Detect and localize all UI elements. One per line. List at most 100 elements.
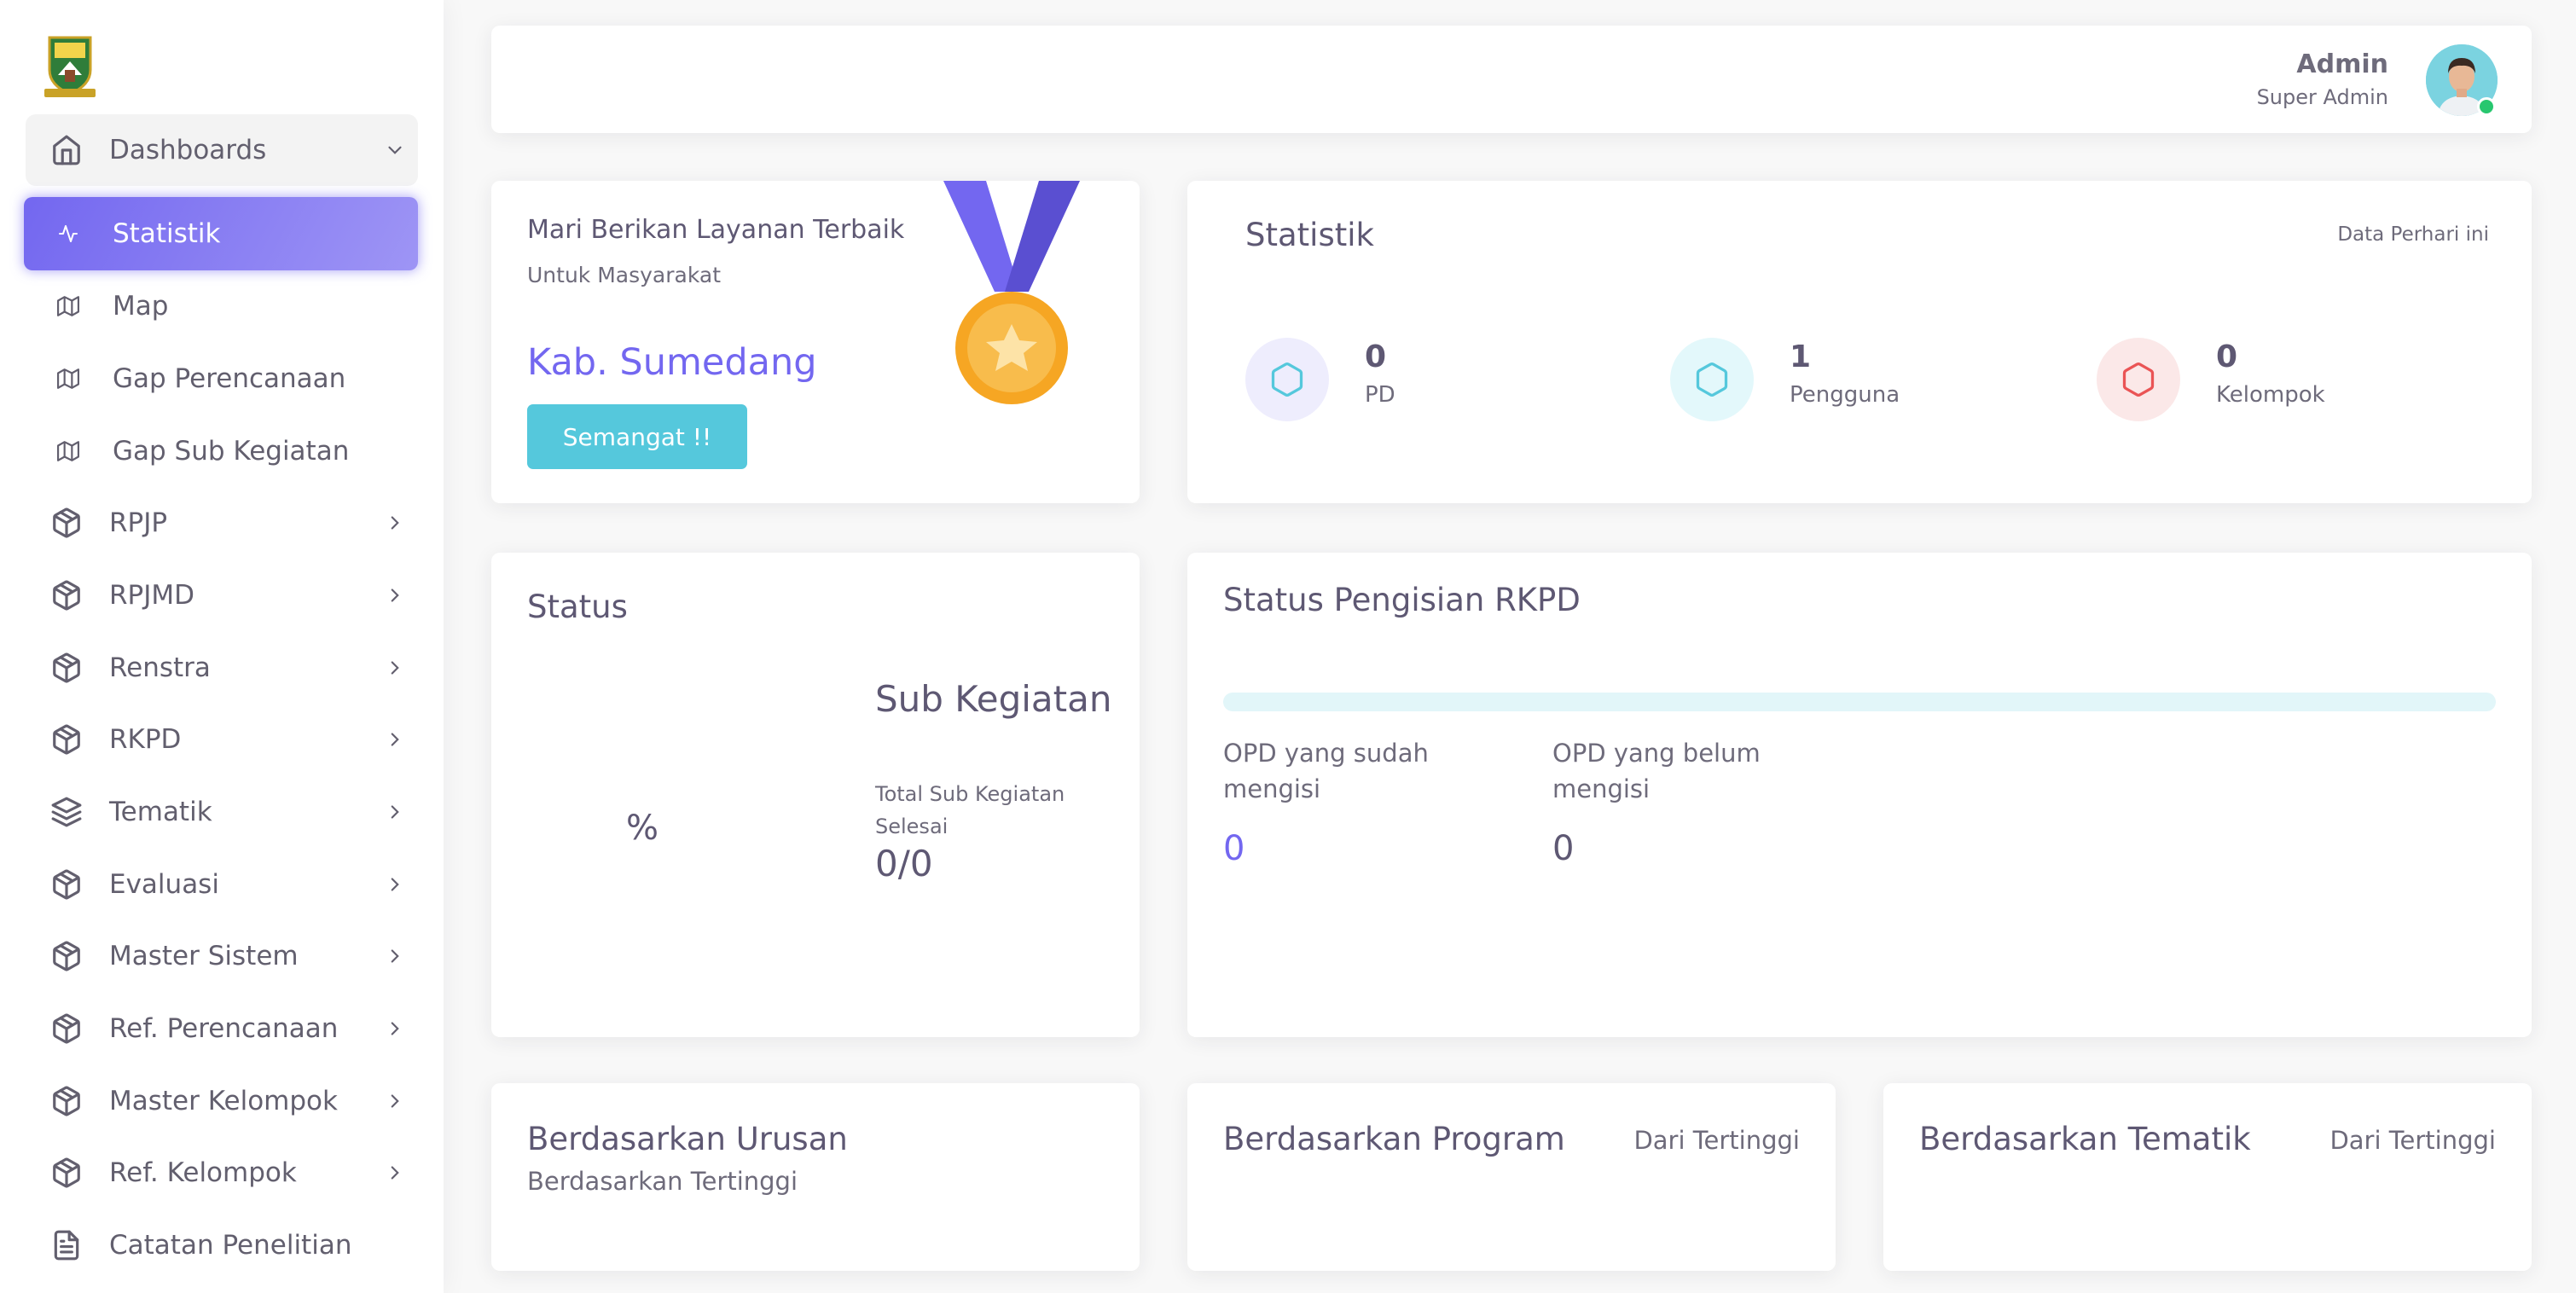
status-percent: % bbox=[626, 809, 659, 848]
sidebar: Dashboards Statistik Map Gap Perencanaan… bbox=[0, 0, 444, 1293]
nav-rpjp[interactable]: RPJP bbox=[26, 487, 418, 559]
nav-item-label: Evaluasi bbox=[109, 869, 219, 900]
stat-label: Pengguna bbox=[1790, 382, 1900, 408]
stat-value: 0 bbox=[1365, 339, 1387, 374]
stat-label: PD bbox=[1365, 382, 1395, 408]
medal-icon bbox=[943, 181, 1088, 420]
nav-statistik[interactable]: Statistik bbox=[24, 197, 418, 270]
nav-tematik[interactable]: Tematik bbox=[26, 776, 418, 848]
nav-item-label: RPJP bbox=[109, 507, 168, 538]
package-icon bbox=[49, 1012, 84, 1046]
semangat-button[interactable]: Semangat !! bbox=[527, 404, 747, 469]
nav-ref-kelompok[interactable]: Ref. Kelompok bbox=[26, 1137, 418, 1209]
chevron-right-icon bbox=[384, 1162, 406, 1184]
stat-value: 1 bbox=[1790, 339, 1812, 374]
package-icon bbox=[49, 506, 84, 540]
nav-item-label: Master Sistem bbox=[109, 941, 299, 971]
nav-rpjmd[interactable]: RPJMD bbox=[26, 560, 418, 631]
file-text-icon bbox=[49, 1228, 84, 1262]
hexagon-icon bbox=[2097, 338, 2180, 421]
program-title: Berdasarkan Program bbox=[1223, 1121, 1565, 1157]
welcome-title: Mari Berikan Layanan Terbaik bbox=[527, 215, 905, 245]
nav-item-label: Gap Perencanaan bbox=[113, 363, 346, 394]
statistik-card: Statistik Data Perhari ini 0 PD 1 Penggu… bbox=[1187, 181, 2532, 503]
nav-master-kelompok[interactable]: Master Kelompok bbox=[26, 1065, 418, 1137]
sub-kegiatan-heading: Sub Kegiatan bbox=[875, 678, 1112, 720]
rkpd-title: Status Pengisian RKPD bbox=[1223, 582, 1581, 618]
nav-item-label: Renstra bbox=[109, 652, 211, 683]
package-icon bbox=[49, 1084, 84, 1118]
chevron-right-icon bbox=[384, 657, 406, 679]
nav-renstra[interactable]: Renstra bbox=[26, 632, 418, 704]
online-status-dot bbox=[2477, 97, 2496, 116]
urusan-card: Berdasarkan Urusan Berdasarkan Tertinggi bbox=[491, 1083, 1140, 1271]
opd-belum-label: OPD yang belum mengisi bbox=[1552, 739, 1761, 804]
nav-map[interactable]: Map bbox=[26, 270, 418, 342]
opd-belum: OPD yang belum mengisi 0 bbox=[1552, 735, 1842, 868]
nav-evaluasi[interactable]: Evaluasi bbox=[26, 849, 418, 920]
opd-sudah-label: OPD yang sudah mengisi bbox=[1223, 739, 1429, 804]
statistik-title: Statistik bbox=[1245, 217, 1374, 253]
status-card: Status % Sub Kegiatan Total Sub Kegiatan… bbox=[491, 553, 1140, 1037]
hexagon-icon bbox=[1245, 338, 1329, 421]
nav-statistik-label: Statistik bbox=[113, 218, 221, 249]
package-icon bbox=[49, 867, 84, 902]
nav-item-label: Map bbox=[113, 291, 169, 322]
nav-dashboards[interactable]: Dashboards bbox=[26, 114, 418, 186]
urusan-subtitle: Berdasarkan Tertinggi bbox=[527, 1167, 798, 1196]
status-title: Status bbox=[527, 589, 628, 625]
coat-of-arms-icon[interactable] bbox=[39, 32, 101, 101]
nav-item-label: Tematik bbox=[109, 797, 212, 827]
nav-catatan-penelitian[interactable]: Catatan Penelitian bbox=[26, 1209, 418, 1281]
package-icon bbox=[49, 722, 84, 757]
nav-dashboards-label: Dashboards bbox=[109, 135, 267, 165]
map-icon bbox=[56, 439, 80, 463]
layers-icon bbox=[49, 795, 84, 829]
opd-sudah: OPD yang sudah mengisi 0 bbox=[1223, 735, 1513, 868]
nav-item-label: Gap Sub Kegiatan bbox=[113, 436, 350, 467]
chevron-right-icon bbox=[384, 1090, 406, 1112]
sub-kegiatan-caption: Total Sub Kegiatan Selesai bbox=[875, 782, 1065, 839]
chevron-right-icon bbox=[384, 512, 406, 534]
nav-rkpd[interactable]: RKPD bbox=[26, 704, 418, 775]
opd-belum-value: 0 bbox=[1552, 829, 1575, 869]
top-navbar: Admin Super Admin bbox=[491, 26, 2532, 133]
nav-item-label: Ref. Kelompok bbox=[109, 1157, 297, 1188]
nav-item-label: RKPD bbox=[109, 724, 182, 755]
tematik-sort[interactable]: Dari Tertinggi bbox=[2329, 1126, 2496, 1155]
urusan-title: Berdasarkan Urusan bbox=[527, 1121, 848, 1157]
sub-kegiatan-value: 0/0 bbox=[875, 843, 933, 884]
welcome-card: Mari Berikan Layanan Terbaik Untuk Masya… bbox=[491, 181, 1140, 503]
hexagon-icon bbox=[1670, 338, 1754, 421]
nav-item-label: Ref. Perencanaan bbox=[109, 1013, 339, 1044]
chevron-right-icon bbox=[384, 801, 406, 823]
chevron-down-icon bbox=[384, 139, 406, 161]
chevron-right-icon bbox=[384, 873, 406, 896]
user-name[interactable]: Admin bbox=[2296, 49, 2388, 79]
nav-gap-sub-kegiatan[interactable]: Gap Sub Kegiatan bbox=[26, 415, 418, 487]
nav-item-label: Catatan Penelitian bbox=[109, 1230, 352, 1261]
home-icon bbox=[49, 133, 84, 167]
chevron-right-icon bbox=[384, 945, 406, 967]
program-sort[interactable]: Dari Tertinggi bbox=[1633, 1126, 1800, 1155]
map-icon bbox=[56, 367, 80, 391]
chevron-right-icon bbox=[384, 728, 406, 751]
nav-master-sistem[interactable]: Master Sistem bbox=[26, 920, 418, 992]
opd-sudah-value: 0 bbox=[1223, 829, 1245, 869]
region-name: Kab. Sumedang bbox=[527, 341, 817, 384]
nav-ref-perencanaan[interactable]: Ref. Perencanaan bbox=[26, 993, 418, 1064]
chevron-right-icon bbox=[384, 1018, 406, 1040]
map-icon bbox=[56, 294, 80, 318]
statistik-subtitle: Data Perhari ini bbox=[2337, 223, 2489, 246]
chevron-right-icon bbox=[384, 584, 406, 606]
package-icon bbox=[49, 651, 84, 685]
tematik-card: Berdasarkan Tematik Dari Tertinggi bbox=[1883, 1083, 2532, 1271]
stat-value: 0 bbox=[2216, 339, 2238, 374]
stat-label: Kelompok bbox=[2216, 382, 2325, 408]
nav-gap-perencanaan[interactable]: Gap Perencanaan bbox=[26, 343, 418, 415]
package-icon bbox=[49, 939, 84, 973]
rkpd-progress-bar bbox=[1223, 693, 2496, 711]
tematik-title: Berdasarkan Tematik bbox=[1919, 1121, 2251, 1157]
package-icon bbox=[49, 578, 84, 612]
welcome-subtitle: Untuk Masyarakat bbox=[527, 263, 722, 287]
